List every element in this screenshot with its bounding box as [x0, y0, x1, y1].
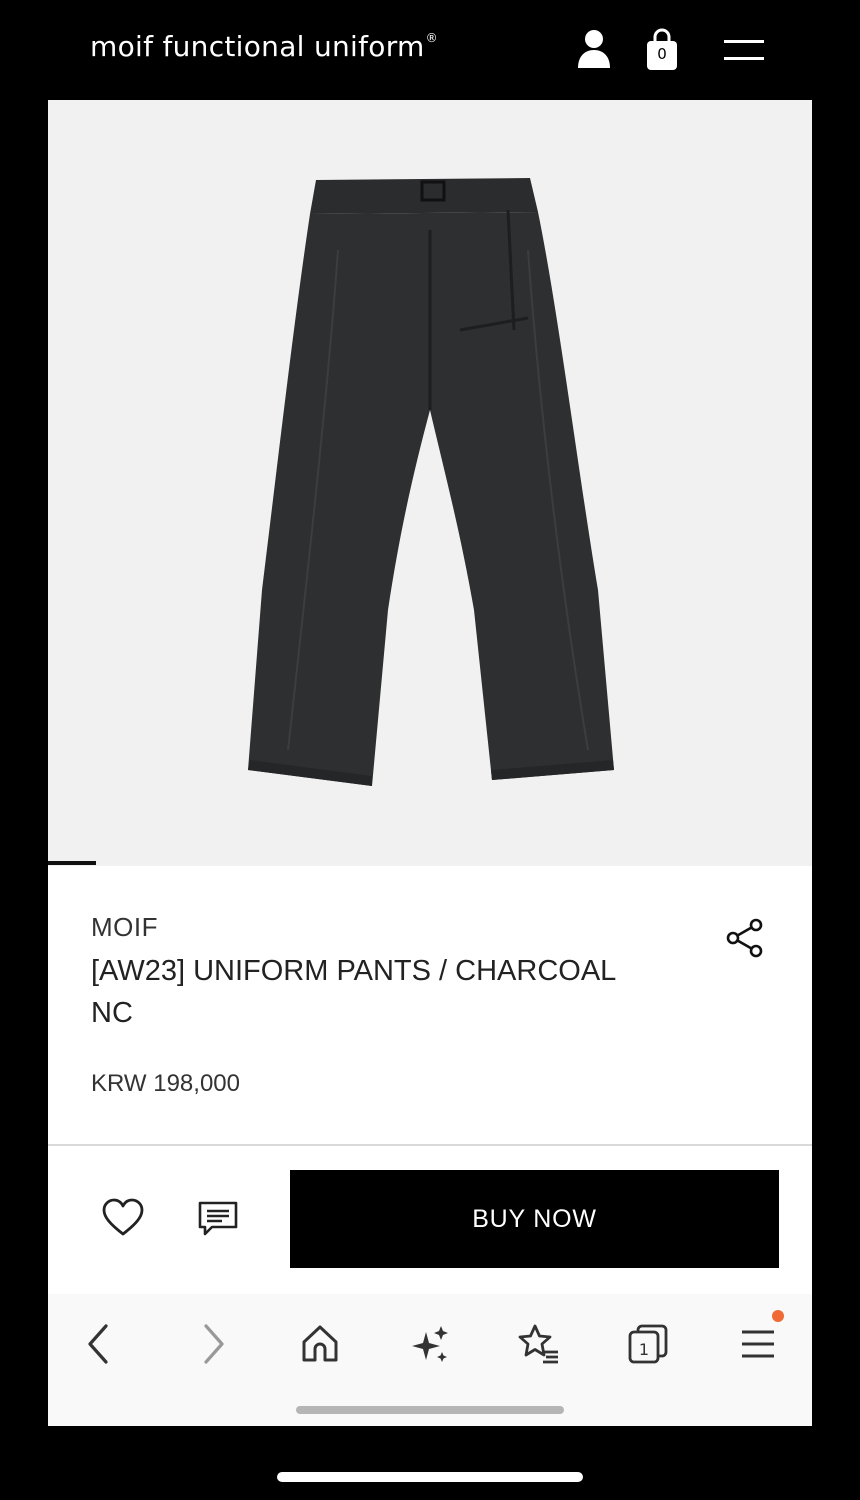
menu-icon[interactable] [736, 1310, 784, 1366]
bookmarks-icon[interactable] [516, 1322, 560, 1366]
user-icon[interactable] [576, 28, 612, 70]
heart-icon[interactable] [102, 1198, 144, 1238]
brand-name: moif functional uniform [90, 30, 425, 63]
shopping-bag-icon[interactable]: 0 [644, 28, 680, 72]
buy-now-button[interactable]: BUY NOW [290, 1170, 779, 1268]
home-icon[interactable] [298, 1322, 342, 1366]
sparkles-icon[interactable] [408, 1322, 452, 1366]
notification-dot [772, 1310, 784, 1322]
scroll-indicator[interactable] [296, 1406, 564, 1414]
tab-count: 1 [639, 1340, 649, 1359]
registered-mark: ® [425, 31, 438, 45]
product-page: MOIF [AW23] UNIFORM PANTS / CHARCOAL NC … [48, 100, 812, 1426]
product-brand[interactable]: MOIF [91, 912, 158, 943]
review-icon[interactable] [198, 1200, 238, 1238]
back-icon[interactable] [78, 1322, 122, 1366]
home-indicator[interactable] [277, 1472, 583, 1482]
share-icon[interactable] [726, 918, 764, 958]
forward-icon[interactable] [190, 1322, 234, 1366]
brand-logo[interactable]: moif functional uniform® [90, 30, 438, 63]
gallery-indicator [48, 861, 96, 865]
product-price: KRW 198,000 [91, 1070, 240, 1097]
divider [48, 1144, 812, 1146]
browser-toolbar: 1 [48, 1294, 812, 1426]
product-gallery[interactable] [48, 100, 812, 866]
product-image [248, 178, 614, 786]
cart-count: 0 [657, 45, 667, 63]
tabs-icon[interactable]: 1 [626, 1322, 670, 1366]
site-header: moif functional uniform® 0 [0, 0, 860, 100]
product-title: [AW23] UNIFORM PANTS / CHARCOAL NC [91, 955, 616, 1029]
hamburger-menu-icon[interactable] [724, 38, 764, 64]
